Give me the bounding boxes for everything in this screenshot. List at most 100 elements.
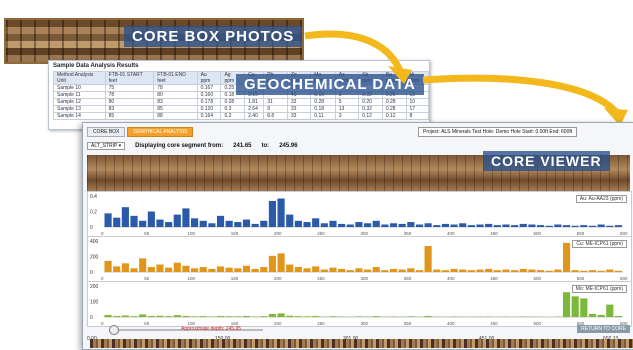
chart-bar	[502, 225, 509, 227]
chart-bar	[122, 263, 129, 272]
chart-bar	[606, 305, 613, 317]
chart-bar	[174, 263, 181, 272]
chart-bar	[407, 268, 414, 272]
chart-bar	[226, 221, 233, 227]
chart-bar	[148, 267, 155, 272]
table-cell: 83	[105, 106, 154, 113]
chart-bar	[182, 266, 189, 272]
au-chart-legend: Au: Au-AA23 (ppm)	[576, 195, 627, 203]
chart-bar	[105, 315, 112, 317]
chart-bar	[476, 270, 483, 272]
table-cell: Sample 11	[54, 92, 106, 99]
y-tick-label: 200	[90, 284, 99, 290]
element-select[interactable]: ALT_STRIP ▾	[87, 142, 125, 150]
chart-bar	[520, 316, 527, 317]
chart-bar	[312, 218, 319, 227]
chart-bar	[606, 270, 613, 272]
chart-bar	[416, 270, 423, 272]
table-cell: 3	[335, 113, 358, 120]
chart-bar	[303, 268, 310, 272]
chart-bar	[598, 315, 605, 317]
chart-bar	[425, 246, 432, 272]
chart-bar	[200, 221, 207, 227]
chart-bar	[580, 271, 587, 272]
chart-bar	[364, 270, 371, 272]
table-cell: 78	[154, 85, 197, 92]
chart-bar	[399, 270, 406, 272]
chart-bar	[295, 316, 302, 317]
depth-slider-handle[interactable]	[109, 325, 119, 335]
chart-bar	[451, 316, 458, 317]
chart-bar	[459, 223, 466, 227]
chart-bar	[174, 215, 181, 227]
chart-bar	[329, 316, 336, 317]
chart-bar	[156, 265, 163, 272]
table-cell: 0.160	[197, 92, 221, 99]
table-cell: 33	[287, 106, 310, 113]
chart-bar	[451, 269, 458, 272]
chart-bar	[260, 316, 267, 317]
chart-bar	[130, 316, 137, 317]
chart-bar	[580, 225, 587, 227]
chart-bar	[528, 225, 535, 227]
table-cell: 33	[287, 113, 310, 120]
chart-bar	[191, 218, 198, 227]
chart-bar	[252, 269, 259, 272]
chart-bar	[546, 226, 553, 227]
chart-bar	[537, 270, 544, 272]
chart-bar	[554, 225, 561, 227]
chart-bar	[355, 316, 362, 317]
chart-bar	[502, 270, 509, 272]
return-to-core-button[interactable]: RETURN TO CORE	[577, 325, 630, 333]
chart-bar	[243, 220, 250, 227]
mo-chart-legend: Mo: ME-ICP61 (ppm)	[572, 285, 627, 293]
chart-bar	[563, 243, 570, 272]
y-tick-label: 0	[90, 315, 93, 321]
table-cell: 0.178	[197, 99, 221, 106]
tab-core-box[interactable]: CORE BOX	[87, 127, 125, 137]
chart-bar	[156, 316, 163, 317]
chart-bar	[485, 224, 492, 227]
chart-bar	[200, 316, 207, 317]
chart-bar	[572, 296, 579, 317]
chart-bar	[511, 270, 518, 272]
chart-bar	[208, 269, 215, 272]
chart-bar	[476, 225, 483, 227]
chart-bar	[303, 222, 310, 227]
table-cell: 75	[105, 85, 154, 92]
table-cell: 0.18	[311, 106, 335, 113]
chart-bar	[260, 267, 267, 272]
y-tick-label: 0	[90, 225, 93, 231]
table-cell: 9	[264, 106, 288, 113]
table-cell: 0.28	[311, 99, 335, 106]
chart-bar	[598, 271, 605, 272]
chart-bar	[364, 223, 371, 227]
chart-bar	[139, 258, 146, 272]
chart-bar	[278, 198, 285, 227]
chart-bar	[226, 316, 233, 317]
chart-bar	[468, 225, 475, 227]
chart-bar	[589, 270, 596, 272]
tab-graphical-analysis[interactable]: GRAPHICAL ANALYSIS	[127, 127, 193, 137]
chart-bar	[329, 268, 336, 272]
chart-bar	[234, 268, 241, 272]
table-cell: 0.28	[382, 106, 406, 113]
chart-bar	[148, 316, 155, 317]
chart-bar	[200, 267, 207, 272]
chart-bar	[286, 265, 293, 272]
chart-bar	[208, 223, 215, 227]
chart-bar	[615, 225, 622, 227]
chart-bar	[122, 315, 129, 317]
chart-bar	[191, 268, 198, 272]
chart-bar	[252, 224, 259, 227]
table-cell: 0.3	[221, 106, 245, 113]
chart-bar	[295, 267, 302, 272]
table-cell: 0.11	[311, 113, 335, 120]
chart-bar	[321, 223, 328, 227]
chart-bar	[373, 267, 380, 272]
chart-bar	[520, 269, 527, 272]
chart-bar	[165, 222, 172, 227]
chart-bar	[338, 224, 345, 227]
chart-bar	[537, 225, 544, 227]
chart-bar	[208, 316, 215, 317]
